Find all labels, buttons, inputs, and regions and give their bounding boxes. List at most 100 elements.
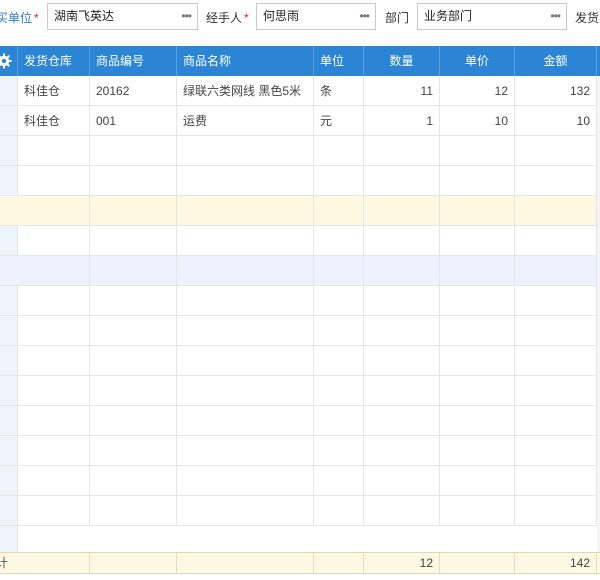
handler-field[interactable]: 何思雨 •••: [256, 3, 376, 30]
empty-cell[interactable]: [90, 166, 177, 196]
gear-icon[interactable]: [0, 53, 12, 69]
cell-qty[interactable]: 1: [364, 106, 440, 136]
empty-cell[interactable]: [364, 226, 440, 256]
empty-cell[interactable]: [364, 256, 440, 286]
empty-cell[interactable]: [515, 496, 597, 526]
empty-cell[interactable]: [177, 406, 314, 436]
empty-cell[interactable]: [314, 196, 364, 226]
empty-cell[interactable]: [90, 226, 177, 256]
column-header-name[interactable]: 商品名称: [177, 46, 314, 76]
empty-cell[interactable]: [177, 226, 314, 256]
empty-cell[interactable]: [515, 376, 597, 406]
empty-cell[interactable]: [90, 496, 177, 526]
empty-cell[interactable]: [177, 496, 314, 526]
cell-amount[interactable]: 132: [515, 76, 597, 106]
empty-cell[interactable]: [440, 376, 515, 406]
table-row-empty[interactable]: [0, 196, 600, 226]
empty-cell[interactable]: [364, 466, 440, 496]
empty-cell[interactable]: [90, 136, 177, 166]
empty-cell[interactable]: [515, 136, 597, 166]
column-header-code[interactable]: 商品编号: [90, 46, 177, 76]
empty-cell[interactable]: [18, 196, 90, 226]
cell-price[interactable]: 12: [440, 76, 515, 106]
empty-cell[interactable]: [314, 286, 364, 316]
empty-cell[interactable]: [90, 466, 177, 496]
empty-cell[interactable]: [515, 346, 597, 376]
empty-cell[interactable]: [314, 376, 364, 406]
cell-name[interactable]: 绿联六类网线 黑色5米: [177, 76, 314, 106]
empty-cell[interactable]: [177, 376, 314, 406]
cell-code[interactable]: 20162: [90, 76, 177, 106]
empty-cell[interactable]: [314, 316, 364, 346]
empty-cell[interactable]: [515, 226, 597, 256]
empty-cell[interactable]: [177, 316, 314, 346]
empty-cell[interactable]: [18, 496, 90, 526]
empty-cell[interactable]: [515, 466, 597, 496]
empty-cell[interactable]: [18, 436, 90, 466]
table-row-empty[interactable]: [0, 316, 600, 346]
empty-cell[interactable]: [18, 406, 90, 436]
empty-cell[interactable]: [515, 196, 597, 226]
empty-cell[interactable]: [440, 496, 515, 526]
column-header-qty[interactable]: 数量: [364, 46, 440, 76]
empty-cell[interactable]: [440, 316, 515, 346]
empty-cell[interactable]: [177, 256, 314, 286]
empty-cell[interactable]: [515, 256, 597, 286]
cell-code[interactable]: 001: [90, 106, 177, 136]
empty-cell[interactable]: [314, 496, 364, 526]
empty-cell[interactable]: [177, 196, 314, 226]
empty-cell[interactable]: [90, 436, 177, 466]
empty-cell[interactable]: [440, 436, 515, 466]
settings-header-cell[interactable]: [0, 46, 18, 76]
empty-cell[interactable]: [18, 226, 90, 256]
empty-cell[interactable]: [440, 256, 515, 286]
empty-cell[interactable]: [18, 316, 90, 346]
empty-cell[interactable]: [440, 406, 515, 436]
table-row-empty[interactable]: [0, 166, 600, 196]
cell-unit[interactable]: 元: [314, 106, 364, 136]
empty-cell[interactable]: [440, 166, 515, 196]
empty-cell[interactable]: [90, 346, 177, 376]
column-header-unit[interactable]: 单位: [314, 46, 364, 76]
empty-cell[interactable]: [177, 436, 314, 466]
empty-cell[interactable]: [90, 406, 177, 436]
empty-cell[interactable]: [314, 406, 364, 436]
empty-cell[interactable]: [90, 256, 177, 286]
empty-cell[interactable]: [314, 466, 364, 496]
table-row-empty[interactable]: [0, 376, 600, 406]
empty-cell[interactable]: [18, 166, 90, 196]
empty-cell[interactable]: [440, 466, 515, 496]
empty-cell[interactable]: [90, 376, 177, 406]
empty-cell[interactable]: [177, 166, 314, 196]
empty-cell[interactable]: [177, 466, 314, 496]
empty-cell[interactable]: [515, 436, 597, 466]
empty-cell[interactable]: [314, 346, 364, 376]
empty-cell[interactable]: [18, 256, 90, 286]
empty-cell[interactable]: [314, 436, 364, 466]
empty-cell[interactable]: [18, 376, 90, 406]
empty-cell[interactable]: [177, 346, 314, 376]
table-row-empty[interactable]: [0, 136, 600, 166]
department-field[interactable]: 业务部门 •••: [417, 3, 567, 30]
handler-more-icon[interactable]: •••: [359, 4, 370, 29]
column-header-warehouse[interactable]: 发货仓库: [18, 46, 90, 76]
department-more-icon[interactable]: •••: [550, 4, 561, 29]
empty-cell[interactable]: [364, 286, 440, 316]
table-row-empty[interactable]: [0, 436, 600, 466]
table-row-empty[interactable]: [0, 496, 600, 526]
table-row-empty[interactable]: [0, 406, 600, 436]
table-row-empty[interactable]: [0, 226, 600, 256]
cell-unit[interactable]: 条: [314, 76, 364, 106]
cell-name[interactable]: 运费: [177, 106, 314, 136]
empty-cell[interactable]: [440, 226, 515, 256]
empty-cell[interactable]: [440, 286, 515, 316]
empty-cell[interactable]: [314, 256, 364, 286]
empty-cell[interactable]: [364, 406, 440, 436]
cell-price[interactable]: 10: [440, 106, 515, 136]
empty-cell[interactable]: [314, 226, 364, 256]
column-header-amount[interactable]: 金额: [515, 46, 597, 76]
empty-cell[interactable]: [18, 286, 90, 316]
empty-cell[interactable]: [440, 196, 515, 226]
empty-cell[interactable]: [515, 406, 597, 436]
empty-cell[interactable]: [515, 316, 597, 346]
